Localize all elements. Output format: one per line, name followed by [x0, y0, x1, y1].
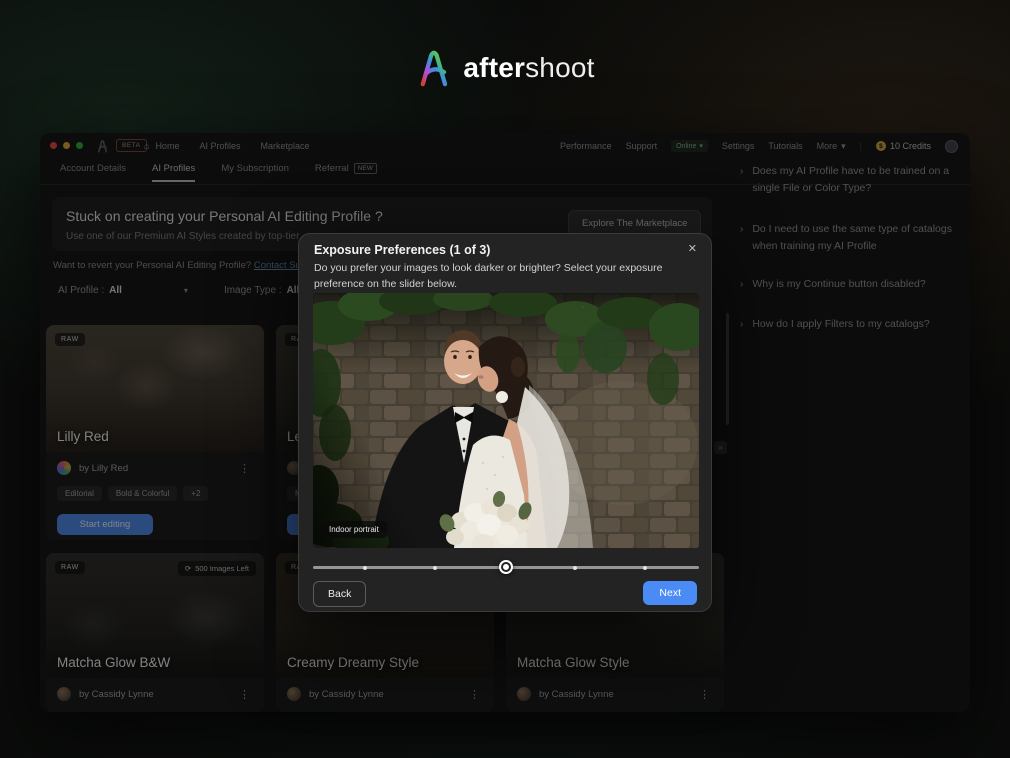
aftershoot-brand: aftershoot: [415, 47, 594, 88]
modal-description: Do you prefer your images to look darker…: [314, 261, 696, 293]
slider-stop[interactable]: [643, 566, 647, 570]
exposure-sample-photo: Indoor portrait: [313, 293, 699, 548]
exposure-preferences-modal: Exposure Preferences (1 of 3) ✕ Do you p…: [298, 233, 712, 612]
wedding-photo-illustration: [313, 293, 699, 548]
close-icon[interactable]: ✕: [688, 242, 697, 255]
modal-title: Exposure Preferences (1 of 3): [314, 243, 490, 257]
exposure-slider[interactable]: [313, 560, 699, 574]
brand-wordmark: aftershoot: [463, 52, 594, 84]
photo-label: Indoor portrait: [321, 521, 387, 538]
slider-handle[interactable]: [499, 560, 513, 574]
slider-stop[interactable]: [363, 566, 367, 570]
page: aftershoot BETA ⌂ Home AI Profiles Marke…: [0, 0, 1010, 758]
next-button[interactable]: Next: [643, 581, 697, 605]
back-button[interactable]: Back: [313, 581, 366, 607]
aftershoot-logo-icon: [415, 47, 452, 88]
slider-stop[interactable]: [433, 566, 437, 570]
